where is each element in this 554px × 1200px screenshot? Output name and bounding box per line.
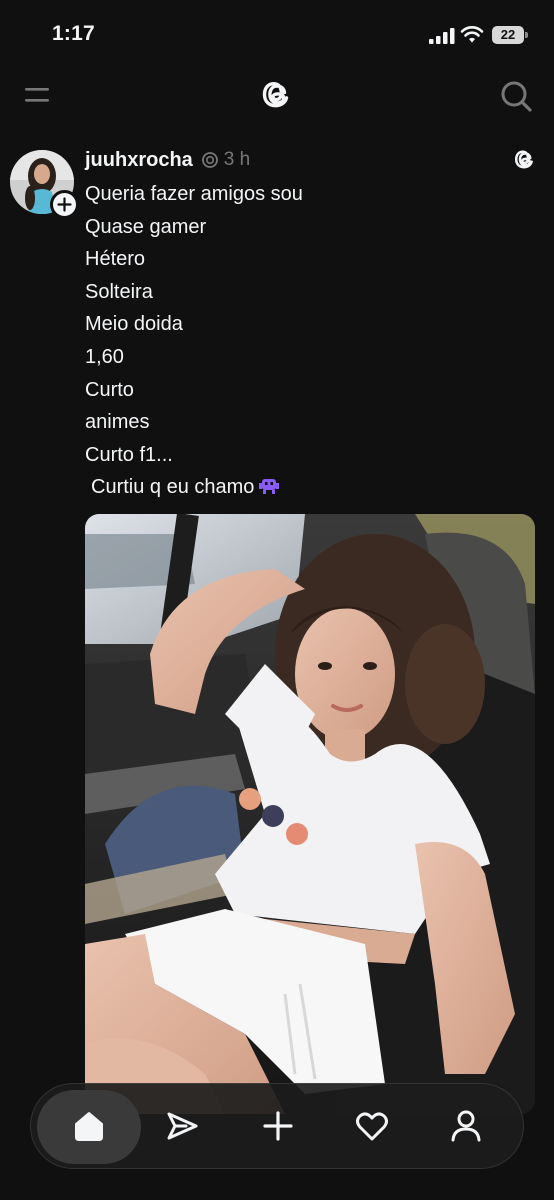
username[interactable]: juuhxrocha — [85, 149, 193, 172]
alien-monster-icon — [259, 479, 280, 495]
battery-cap — [525, 32, 528, 38]
post-photo[interactable] — [85, 514, 535, 1114]
post-time: 3 h — [223, 149, 251, 170]
post-line: Hétero — [85, 248, 146, 271]
signal-icon — [429, 28, 455, 44]
post-line-last: Curtiu q eu chamo — [85, 471, 525, 504]
verified-icon — [201, 152, 218, 168]
status-time: 1:17 — [52, 22, 95, 45]
status-bar: 1:17 22 — [0, 0, 554, 72]
post-line: Curtiu q eu chamo — [91, 476, 255, 499]
threads-logo[interactable] — [257, 74, 297, 114]
post-line: Quase gamer — [85, 215, 207, 238]
post-text: Queria fazer amigos sou Quase gamer Héte… — [85, 178, 525, 504]
post-line: animes — [85, 411, 150, 434]
home-tab[interactable] — [69, 1106, 109, 1146]
heart-icon — [356, 1112, 388, 1141]
home-icon — [75, 1112, 103, 1141]
send-icon — [167, 1112, 198, 1140]
tab-bar — [30, 1083, 524, 1169]
plus-icon — [57, 197, 72, 212]
post-header: juuhxrocha 3 h — [85, 148, 250, 172]
plus-icon — [263, 1111, 293, 1141]
post-line: Curto f1... — [85, 443, 173, 466]
search-icon[interactable] — [498, 78, 534, 114]
post-line: Curto — [85, 378, 134, 401]
post-line: Meio doida — [85, 313, 183, 336]
profile-icon — [451, 1110, 481, 1142]
create-tab[interactable] — [258, 1106, 298, 1146]
battery-level: 22 — [492, 26, 524, 44]
activity-tab[interactable] — [352, 1106, 392, 1146]
profile-tab[interactable] — [446, 1106, 486, 1146]
post-line: Queria fazer amigos sou — [85, 183, 303, 205]
threads-icon[interactable] — [511, 145, 539, 173]
post-line: Solteira — [85, 280, 153, 303]
wifi-icon — [460, 26, 484, 43]
menu-icon[interactable] — [24, 84, 50, 106]
send-tab[interactable] — [162, 1106, 202, 1146]
follow-badge[interactable] — [50, 190, 79, 219]
post-line: 1,60 — [85, 345, 124, 368]
battery-indicator: 22 — [492, 26, 528, 44]
